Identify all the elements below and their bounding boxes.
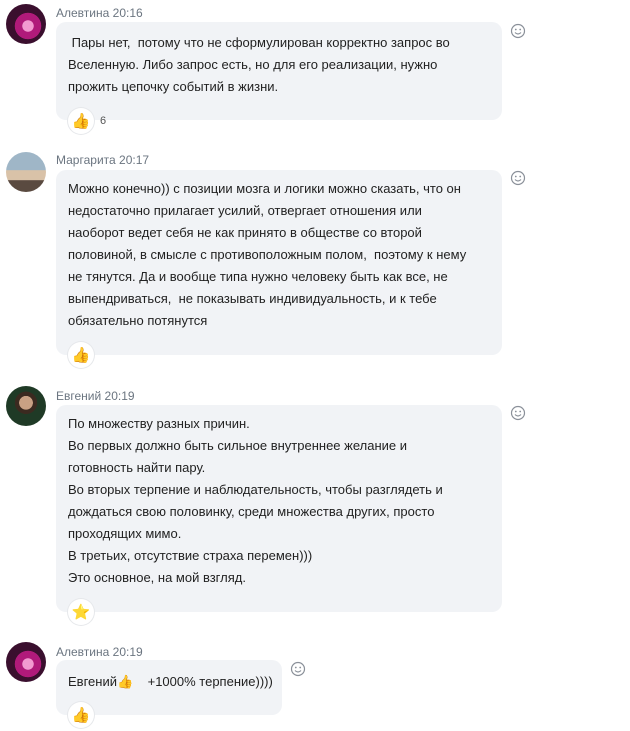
message-time: 20:16 <box>112 6 143 20</box>
message-meta: Алевтина 20:16 <box>56 6 143 20</box>
message-bubble: По множеству разных причин. Во первых до… <box>56 405 502 612</box>
message-meta: Евгений 20:19 <box>56 389 135 403</box>
reaction-chip[interactable]: 👍 <box>68 342 94 368</box>
author-name: Алевтина <box>56 645 110 659</box>
message-bubble: Можно конечно)) с позиции мозга и логики… <box>56 170 502 355</box>
reaction-count: 6 <box>100 115 107 127</box>
message-text-line: Пары нет, потому что не сформулирован ко… <box>68 35 450 50</box>
message-bubble: Пары нет, потому что не сформулирован ко… <box>56 22 502 120</box>
author-name: Евгений <box>56 389 102 403</box>
message-time: 20:19 <box>104 389 135 403</box>
message-text-line: Евгений👍 +1000% терпение)))) <box>68 674 273 689</box>
author-name: Маргарита <box>56 153 116 167</box>
message-text-line: обязательно потянутся <box>68 313 208 328</box>
message-text-line: По множеству разных причин. <box>68 416 250 431</box>
reaction-chip[interactable]: 👍 <box>68 702 94 728</box>
message-text-line: прожить цепочку событий в жизни. <box>68 79 279 94</box>
message-text-line: половиной, в смысле с противоположным по… <box>68 247 467 262</box>
message-text-line: наоборот ведет себя не как принято в общ… <box>68 225 422 240</box>
avatar[interactable] <box>6 152 46 192</box>
thumbs-up-icon: 👍 <box>68 342 94 368</box>
message-meta: Маргарита 20:17 <box>56 153 149 167</box>
thumbs-up-icon: 👍 <box>68 702 94 728</box>
avatar[interactable] <box>6 4 46 44</box>
smiley-icon[interactable] <box>510 170 526 186</box>
reaction-chip[interactable]: 👍 6 <box>68 108 106 134</box>
message-text-line: Во вторых терпение и наблюдательность, ч… <box>68 482 443 497</box>
reaction-chip[interactable]: ⭐ <box>68 599 94 625</box>
author-name: Алевтина <box>56 6 110 20</box>
smiley-icon[interactable] <box>510 23 526 39</box>
message-text-line: проходящих мимо. <box>68 526 182 541</box>
message-text-line: дождаться свою половинку, среди множеств… <box>68 504 435 519</box>
message-text-line: готовность найти пару. <box>68 460 206 475</box>
message-text-line: выпендриваться, не показывать индивидуал… <box>68 291 437 306</box>
message-text-line: Это основное, на мой взгляд. <box>68 570 246 585</box>
smiley-icon[interactable] <box>510 405 526 421</box>
avatar[interactable] <box>6 642 46 682</box>
star-icon: ⭐ <box>68 599 94 625</box>
avatar[interactable] <box>6 386 46 426</box>
thumbs-up-icon: 👍 <box>68 108 94 134</box>
smiley-icon[interactable] <box>290 661 306 677</box>
message-text-line: не тянутся. Да и вообще типа нужно челов… <box>68 269 448 284</box>
message-text-line: Во первых должно быть сильное внутреннее… <box>68 438 407 453</box>
message-text-line: недостаточно прилагает усилий, отвергает… <box>68 203 422 218</box>
message-text-line: Вселенную. Либо запрос есть, но для его … <box>68 57 438 72</box>
message-text-line: В третьих, отсутствие страха перемен))) <box>68 548 313 563</box>
message-time: 20:17 <box>119 153 150 167</box>
message-meta: Алевтина 20:19 <box>56 645 143 659</box>
message-text-line: Можно конечно)) с позиции мозга и логики… <box>68 181 461 196</box>
message-time: 20:19 <box>112 645 143 659</box>
